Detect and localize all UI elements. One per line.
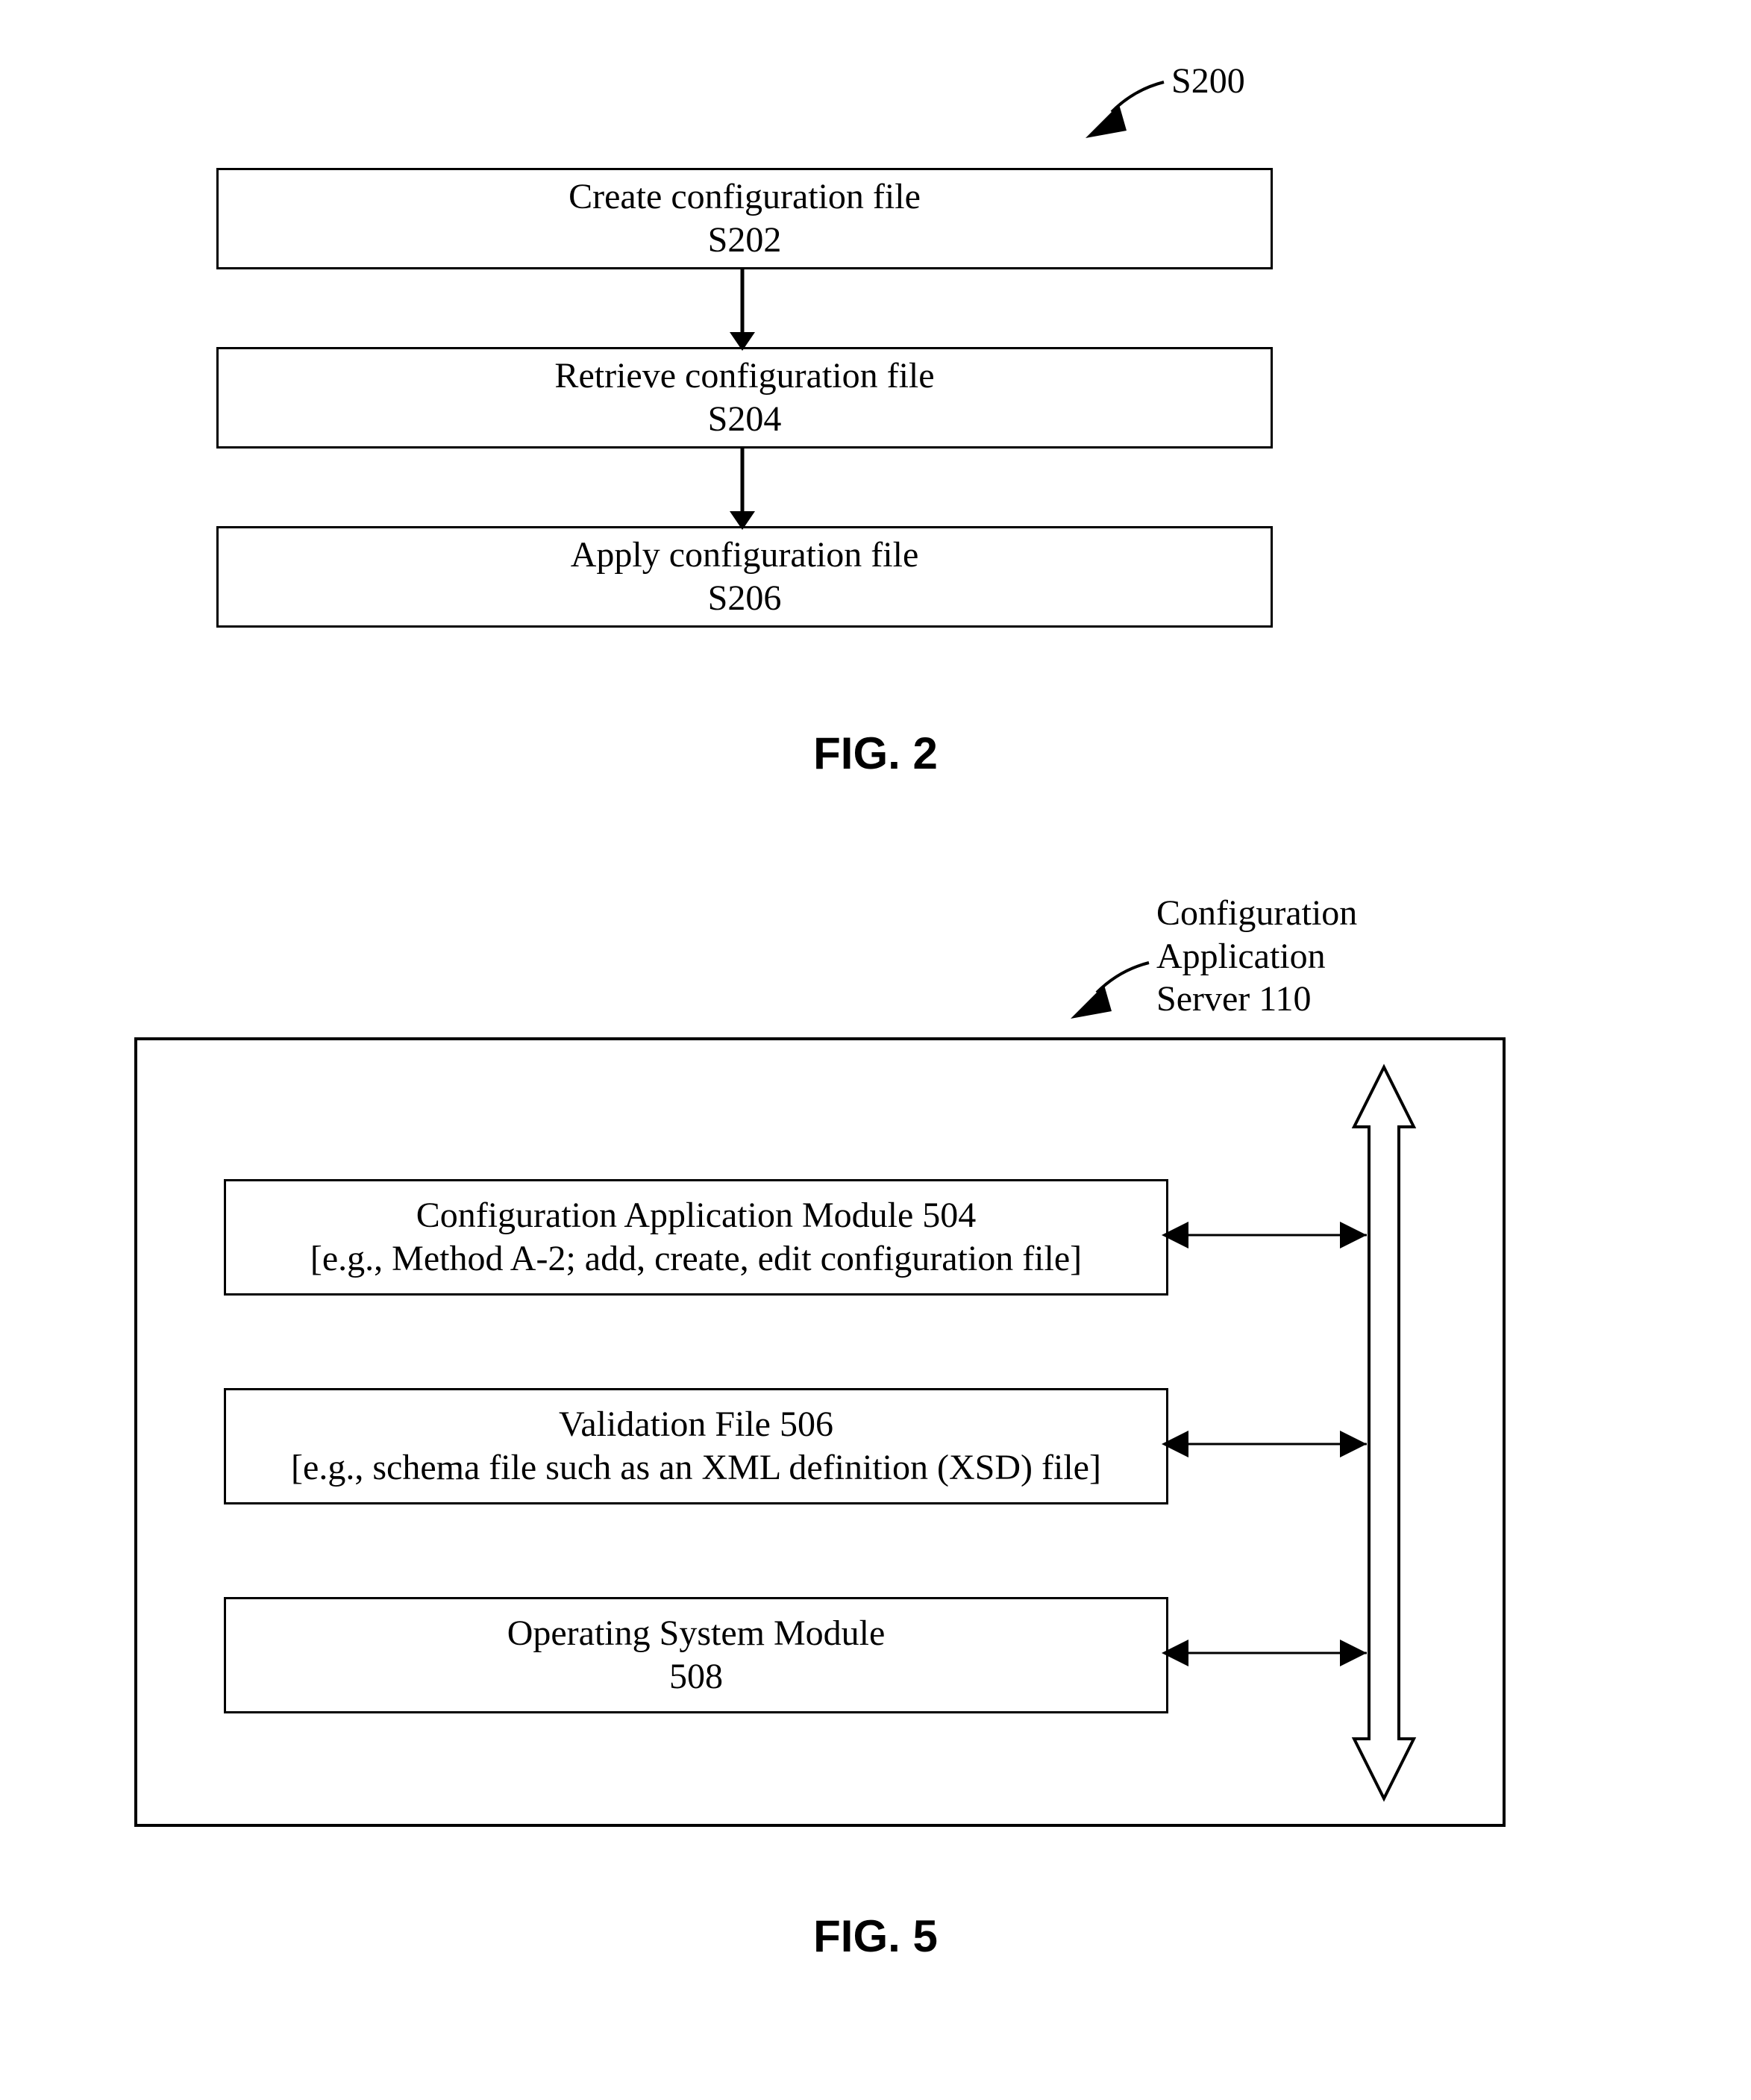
step-ref: S206 xyxy=(708,577,782,620)
module-title: Validation File 506 xyxy=(559,1403,833,1446)
module-title: Configuration Application Module 504 xyxy=(416,1194,977,1237)
fig2-step-s206: Apply configuration file S206 xyxy=(216,526,1273,628)
fig5-ref-line3: Server 110 xyxy=(1156,979,1312,1019)
page: S200 Create configuration file S202 Retr… xyxy=(0,0,1751,2100)
module-sub: [e.g., schema file such as an XML defini… xyxy=(291,1446,1101,1490)
module-sub: [e.g., Method A-2; add, create, edit con… xyxy=(310,1237,1082,1281)
fig5-ref-line1: Configuration xyxy=(1156,893,1357,933)
fig2-step-s204: Retrieve configuration file S204 xyxy=(216,347,1273,449)
fig5-caption: FIG. 5 xyxy=(0,1910,1751,1962)
fig5-module-508: Operating System Module 508 xyxy=(224,1597,1168,1713)
fig2-ref-label: S200 xyxy=(1171,60,1245,103)
step-title: Retrieve configuration file xyxy=(554,354,934,398)
step-ref: S202 xyxy=(708,219,782,262)
fig5-ref-line2: Application xyxy=(1156,937,1326,976)
step-ref: S204 xyxy=(708,398,782,441)
fig5-module-506: Validation File 506 [e.g., schema file s… xyxy=(224,1388,1168,1504)
fig2-caption: FIG. 2 xyxy=(0,728,1751,779)
module-title: Operating System Module xyxy=(507,1612,886,1655)
fig5-ref-arrow xyxy=(0,0,1751,1045)
fig5-module-504: Configuration Application Module 504 [e.… xyxy=(224,1179,1168,1296)
fig5-ref-label: Configuration Application Server 110 xyxy=(1156,892,1357,1021)
step-title: Apply configuration file xyxy=(571,534,919,577)
module-sub: 508 xyxy=(669,1655,723,1699)
fig2-step-s202: Create configuration file S202 xyxy=(216,168,1273,269)
step-title: Create configuration file xyxy=(568,175,921,219)
